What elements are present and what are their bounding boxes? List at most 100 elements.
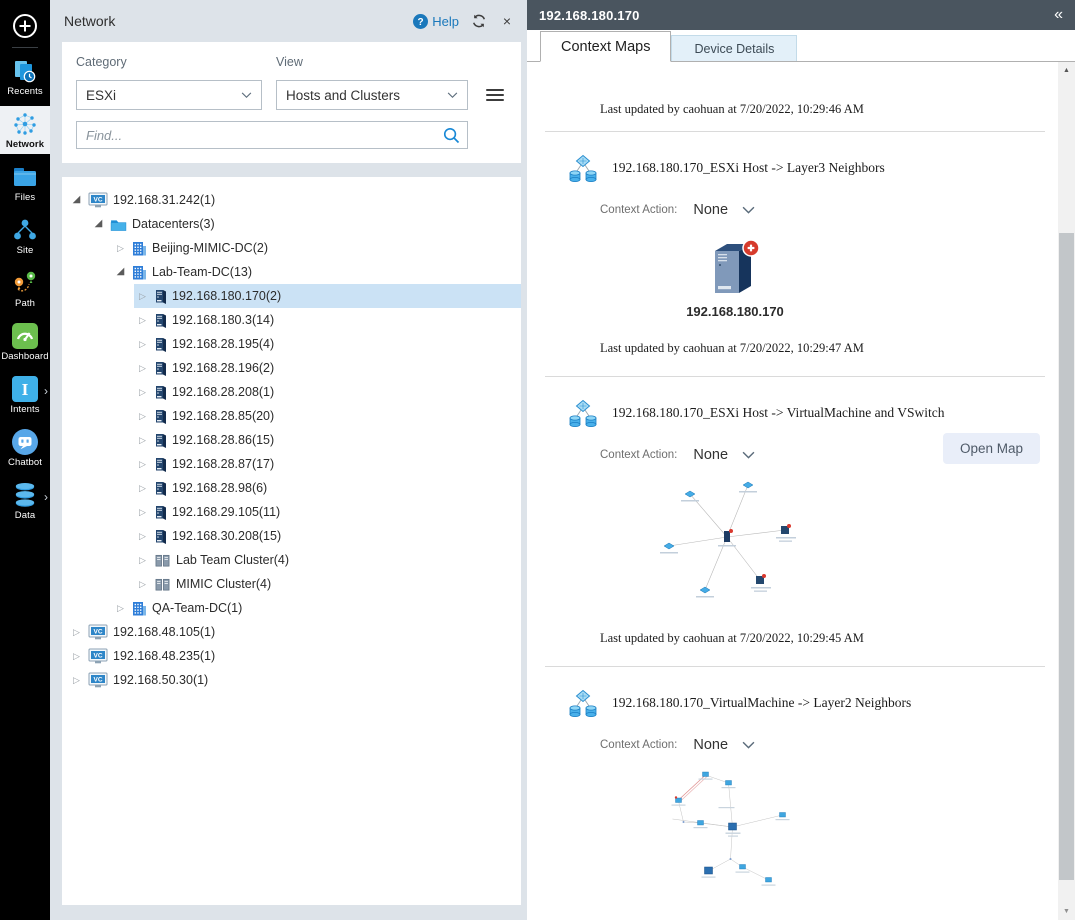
device-title: 192.168.180.170 (539, 8, 1054, 23)
refresh-button[interactable] (471, 13, 487, 29)
tree-row-body[interactable]: ▷192.168.28.86(15) (134, 428, 521, 452)
sidebar-item-path[interactable]: Path (0, 265, 50, 313)
map-thumbnail-mesh (653, 767, 818, 902)
expand-arrow-icon[interactable]: ▷ (114, 236, 127, 260)
sidebar-item-data[interactable]: Data› (0, 477, 50, 525)
context-action-label: Context Action: (600, 739, 677, 751)
tree-row-body[interactable]: ▷ 192.168.28.196(2) (134, 356, 521, 380)
tree-row: ▷192.168.28.86(15) (62, 428, 521, 452)
scrollbar-thumb[interactable] (1059, 233, 1074, 880)
esxi-host-thumbnail (707, 236, 763, 300)
tree-item-label: 192.168.28.196(2) (172, 361, 274, 375)
tree-row-body[interactable]: ▷192.168.48.105(1) (68, 620, 521, 644)
vertical-scrollbar[interactable]: ▲ ▼ (1058, 62, 1075, 920)
device-panel-header: 192.168.180.170 « (527, 0, 1075, 30)
esxi-host-icon (154, 336, 167, 352)
sidebar-item-site[interactable]: Site (0, 212, 50, 260)
path-icon (12, 270, 38, 296)
context-map-card: 192.168.180.170_ESXi Host -> Layer3 Neig… (545, 132, 1045, 376)
context-action-select[interactable]: None (693, 447, 755, 463)
chevron-down-icon (447, 92, 458, 99)
expand-arrow-icon[interactable]: ▷ (70, 644, 83, 668)
tree-row: ▷192.168.28.85(20) (62, 404, 521, 428)
expand-arrow-icon[interactable]: ▷ (136, 572, 149, 596)
map-thumbnail[interactable] (565, 767, 905, 902)
expand-arrow-icon[interactable]: ▷ (136, 404, 149, 428)
sidebar-item-label: Dashboard (1, 351, 48, 362)
close-icon: × (503, 13, 511, 29)
collapse-arrow-icon[interactable]: ◢ (114, 260, 127, 284)
expand-arrow-icon[interactable]: ▷ (136, 548, 149, 572)
scroll-up-arrow[interactable]: ▲ (1058, 62, 1075, 79)
collapse-arrow-icon[interactable]: ◢ (92, 212, 105, 236)
context-map-icon (567, 688, 599, 718)
expand-arrow-icon[interactable]: ▷ (136, 332, 149, 356)
context-action-select[interactable]: None (693, 737, 755, 753)
expand-arrow-icon[interactable]: ▷ (70, 668, 83, 692)
sidebar-item-network[interactable]: Network (0, 106, 50, 154)
help-button[interactable]: Help (413, 14, 459, 29)
context-map-card: 192.168.180.170_VirtualMachine -> Layer2… (545, 667, 1045, 920)
tree-row-body[interactable]: ◢Lab-Team-DC(13) (112, 260, 521, 284)
close-button[interactable]: × (499, 13, 515, 29)
tree-row-body[interactable]: ▷192.168.180.3(14) (134, 308, 521, 332)
tree-row-body[interactable]: ▷192.168.48.235(1) (68, 644, 521, 668)
expand-arrow-icon[interactable]: ▷ (136, 428, 149, 452)
tab-device-details[interactable]: Device Details (671, 35, 797, 61)
tree-row-body[interactable]: ▷Lab Team Cluster(4) (134, 548, 521, 572)
view-select[interactable]: Hosts and Clusters (276, 80, 468, 110)
datacenter-icon (132, 601, 147, 616)
expand-arrow-icon[interactable]: ▷ (136, 380, 149, 404)
search-icon[interactable] (442, 126, 461, 145)
expand-arrow-icon[interactable]: ▷ (136, 452, 149, 476)
scroll-down-arrow[interactable]: ▼ (1058, 903, 1075, 920)
tree-row-body[interactable]: ◢ Datacenters(3) (90, 212, 521, 236)
sidebar-item-files[interactable]: Files (0, 159, 50, 207)
tree-row-body[interactable]: ▷192.168.28.98(6) (134, 476, 521, 500)
sidebar-item-chatbot[interactable]: Chatbot (0, 424, 50, 472)
expand-arrow-icon[interactable]: ▷ (136, 500, 149, 524)
tree-row-body[interactable]: ▷MIMIC Cluster(4) (134, 572, 521, 596)
tree-row-body[interactable]: ▷192.168.28.195(4) (134, 332, 521, 356)
tree-row-body[interactable]: ▷192.168.180.170(2) (134, 284, 521, 308)
tree-row-body[interactable]: ▷192.168.30.208(15) (134, 524, 521, 548)
tree-item-label: Datacenters(3) (132, 217, 215, 231)
sidebar-item-intents[interactable]: Intents› (0, 371, 50, 419)
tree-row-body[interactable]: ▷192.168.28.208(1) (134, 380, 521, 404)
new-button[interactable] (10, 11, 40, 41)
map-thumbnail[interactable] (565, 477, 905, 609)
collapse-panel-button[interactable]: « (1054, 7, 1063, 23)
expand-arrow-icon[interactable]: ▷ (136, 524, 149, 548)
category-label: Category (76, 55, 262, 69)
collapse-arrow-icon[interactable]: ◢ (70, 188, 83, 212)
tree-row-body[interactable]: ▷192.168.28.85(20) (134, 404, 521, 428)
context-action-select[interactable]: None (693, 202, 755, 218)
tree-row-body[interactable]: ▷Beijing-MIMIC-DC(2) (112, 236, 521, 260)
tab-context-maps[interactable]: Context Maps (540, 31, 671, 62)
sidebar-item-label: Site (17, 245, 34, 256)
tree-row-body[interactable]: ▷192.168.29.105(11) (134, 500, 521, 524)
expand-arrow-icon[interactable]: ▷ (114, 596, 127, 620)
category-select[interactable]: ESXi (76, 80, 262, 110)
filter-card: Category View ESXi Hosts and Clusters (62, 42, 521, 163)
tree-row-body[interactable]: ▷QA-Team-DC(1) (112, 596, 521, 620)
sidebar-item-dashboard[interactable]: Dashboard (0, 318, 50, 366)
sidebar-item-recents[interactable]: Recents (0, 53, 50, 101)
map-thumbnail[interactable]: 192.168.180.170 (565, 236, 905, 319)
tree-row-body[interactable]: ◢192.168.31.242(1) (68, 188, 521, 212)
chevron-right-icon: › (44, 491, 48, 503)
esxi-host-icon (154, 288, 167, 304)
expand-arrow-icon[interactable]: ▷ (70, 620, 83, 644)
menu-button[interactable] (486, 86, 504, 104)
expand-arrow-icon[interactable]: ▷ (136, 308, 149, 332)
find-input[interactable] (76, 121, 468, 149)
collapse-icon: « (1054, 6, 1063, 23)
expand-arrow-icon[interactable]: ▷ (136, 356, 149, 380)
map-title: 192.168.180.170_ESXi Host -> Layer3 Neig… (612, 160, 885, 176)
expand-arrow-icon[interactable]: ▷ (136, 476, 149, 500)
tree-row-body[interactable]: ▷192.168.28.87(17) (134, 452, 521, 476)
tree-row-body[interactable]: ▷192.168.50.30(1) (68, 668, 521, 692)
open-map-button[interactable]: Open Map (943, 433, 1040, 464)
context-action-row: Context Action:NoneOpen Map (600, 441, 1045, 469)
expand-arrow-icon[interactable]: ▷ (136, 284, 149, 308)
